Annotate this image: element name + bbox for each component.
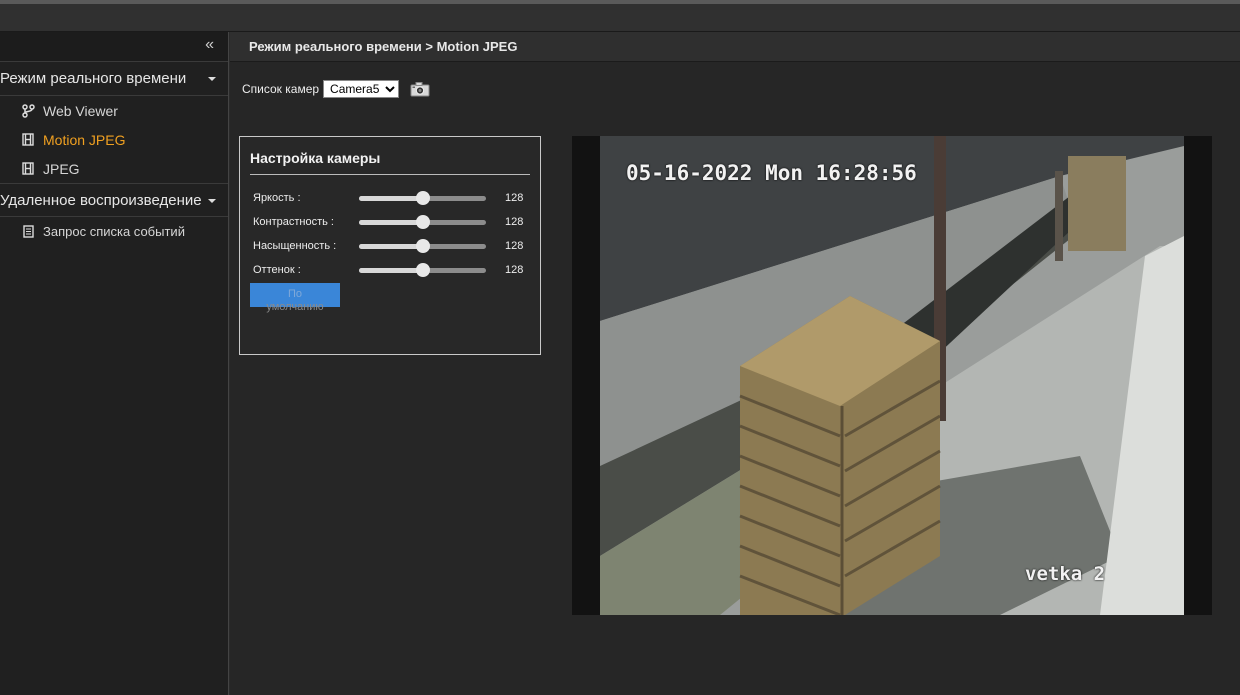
film-icon — [20, 162, 36, 175]
brightness-slider[interactable] — [359, 188, 486, 208]
camera-settings-panel: Настройка камеры Яркость : 128 Контрастн… — [239, 136, 541, 355]
slider-handle[interactable] — [415, 191, 430, 205]
slider-handle[interactable] — [415, 263, 430, 277]
sidebar-item-motion-jpeg[interactable]: Motion JPEG — [0, 125, 228, 154]
video-stream[interactable]: 05-16-2022 Mon 16:28:56 vetka 2 — [572, 136, 1212, 615]
sidebar: « Режим реального времени Web Viewer Mot… — [0, 32, 229, 695]
sidebar-collapse-toggle[interactable]: « — [0, 32, 228, 62]
contrast-slider[interactable] — [359, 212, 486, 232]
video-caption: vetka 2 — [1025, 563, 1106, 585]
contrast-row: Контрастность : 128 — [253, 212, 538, 232]
camera-feed-image: 05-16-2022 Mon 16:28:56 vetka 2 — [600, 136, 1184, 615]
sidebar-group-label: Удаленное воспроизведение — [0, 191, 202, 209]
brightness-value: 128 — [505, 192, 524, 204]
main-content: Режим реального времени > Motion JPEG Сп… — [230, 32, 1240, 695]
sidebar-item-label: Web Viewer — [43, 102, 118, 119]
hue-slider[interactable] — [359, 260, 486, 280]
sidebar-item-web-viewer[interactable]: Web Viewer — [0, 96, 228, 125]
camera-select-row: Список камер Camera5 — [242, 80, 431, 98]
hue-value: 128 — [505, 264, 524, 276]
hue-label: Оттенок : — [253, 264, 301, 276]
panel-title: Настройка камеры — [250, 150, 530, 175]
brightness-label: Яркость : — [253, 192, 301, 204]
breadcrumb: Режим реального времени > Motion JPEG — [230, 32, 1240, 62]
camera-list-label: Список камер — [242, 82, 320, 96]
video-timestamp: 05-16-2022 Mon 16:28:56 — [626, 161, 917, 185]
contrast-label: Контрастность : — [253, 216, 334, 228]
sidebar-group-label: Режим реального времени — [0, 70, 187, 87]
brightness-row: Яркость : 128 — [253, 188, 538, 208]
sidebar-group-live[interactable]: Режим реального времени — [0, 62, 228, 96]
default-button-line2: умолчанию — [266, 301, 324, 313]
sidebar-item-event-list[interactable]: Запрос списка событий — [0, 217, 228, 246]
saturation-row: Насыщенность : 128 — [253, 236, 538, 256]
double-chevron-left-icon[interactable]: « — [205, 36, 214, 54]
default-button[interactable]: По умолчанию — [250, 283, 340, 313]
slider-handle[interactable] — [415, 239, 430, 253]
sidebar-item-label: Motion JPEG — [43, 131, 126, 148]
default-button-line1: По — [287, 288, 303, 300]
breadcrumb-text: Режим реального времени > Motion JPEG — [249, 39, 518, 54]
contrast-value: 128 — [505, 216, 524, 228]
camera-icon[interactable] — [409, 80, 431, 98]
sidebar-group-playback[interactable]: Удаленное воспроизведение — [0, 183, 228, 217]
film-icon — [20, 133, 36, 146]
caret-down-icon — [208, 199, 216, 203]
saturation-value: 128 — [505, 240, 524, 252]
camera-select[interactable]: Camera5 — [323, 80, 400, 98]
sidebar-item-label: Запрос списка событий — [43, 224, 185, 239]
document-icon — [20, 225, 36, 238]
saturation-slider[interactable] — [359, 236, 486, 256]
sidebar-item-jpeg[interactable]: JPEG — [0, 154, 228, 183]
top-bar — [0, 0, 1240, 32]
branch-icon — [20, 103, 36, 118]
slider-handle[interactable] — [415, 215, 430, 229]
saturation-label: Насыщенность : — [253, 240, 337, 252]
caret-down-icon — [208, 77, 216, 81]
hue-row: Оттенок : 128 — [253, 260, 538, 280]
sidebar-item-label: JPEG — [43, 160, 80, 177]
